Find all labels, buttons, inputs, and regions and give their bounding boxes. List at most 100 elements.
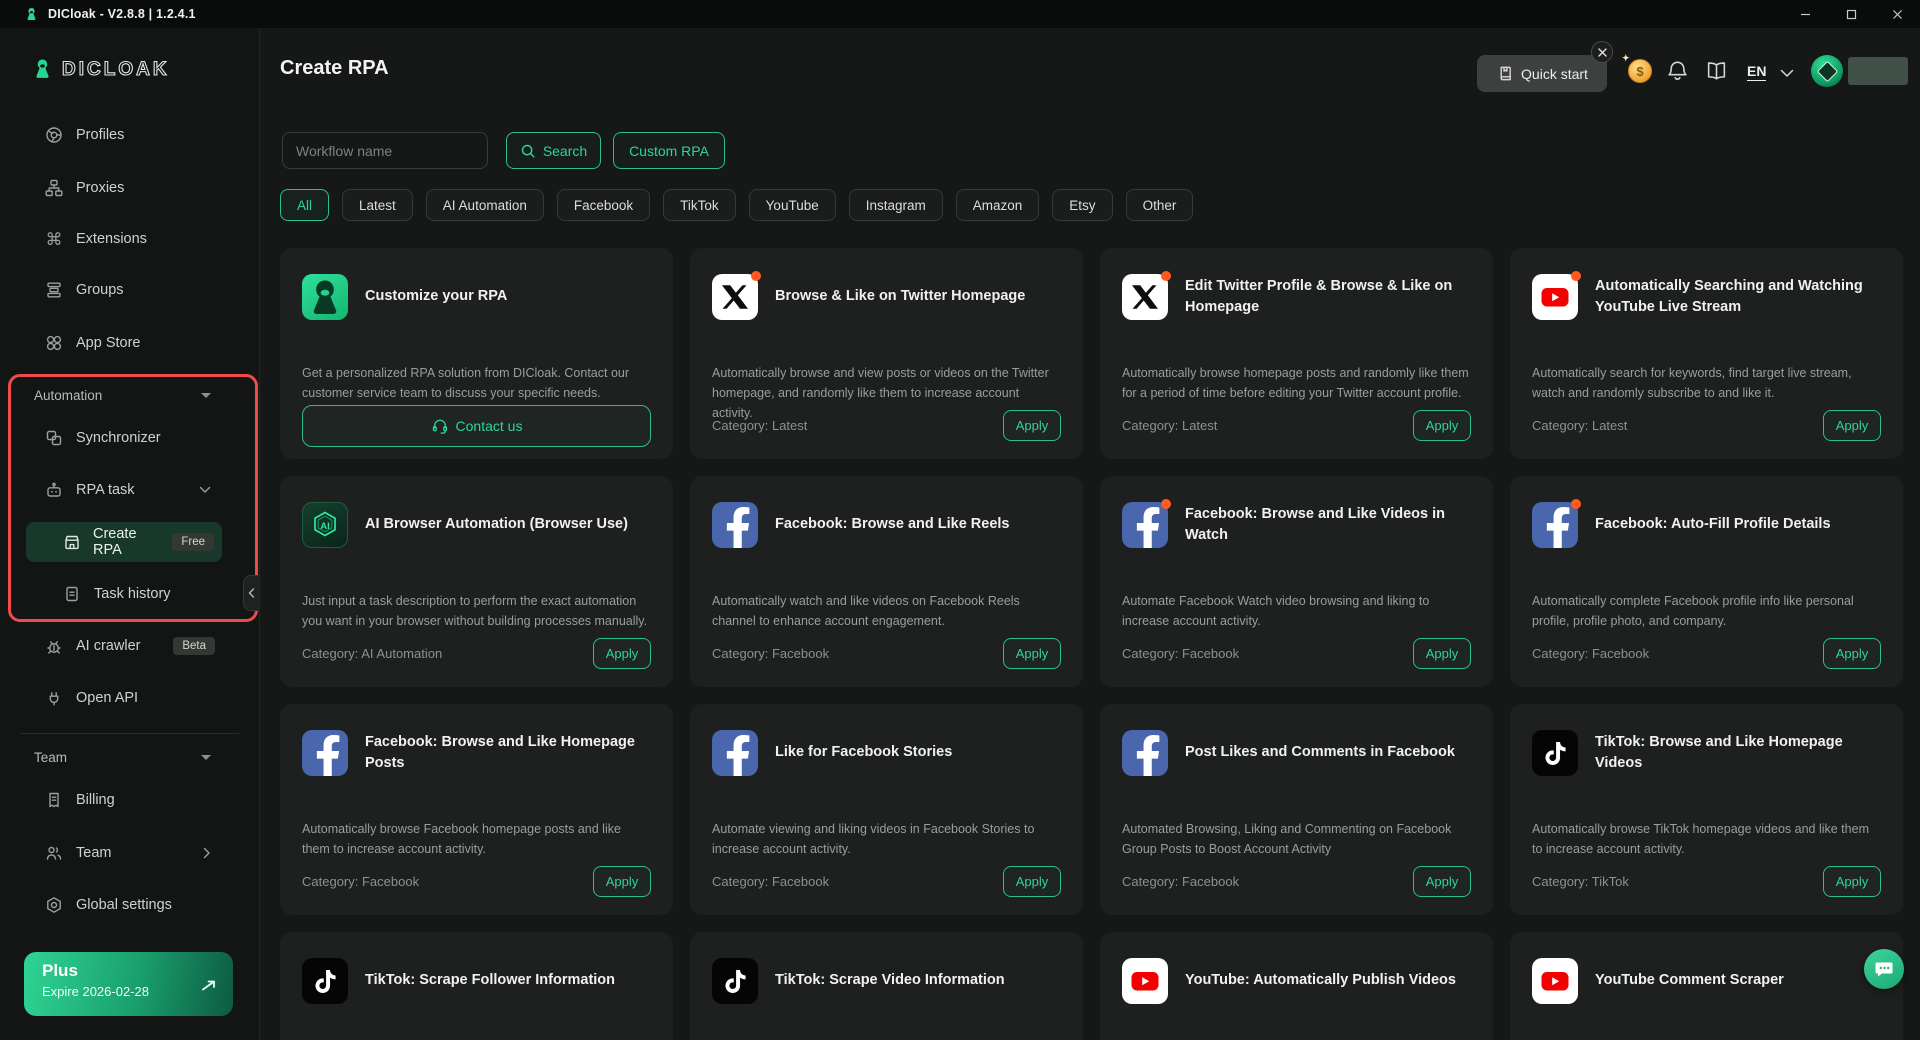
rpa-card: TikTok: Scrape Follower Information (280, 932, 673, 1040)
filter-tab[interactable]: Latest (342, 189, 413, 221)
card-footer: Category: Facebook Apply (1122, 865, 1471, 897)
card-title: TikTok: Scrape Video Information (775, 970, 1005, 991)
billing-icon (45, 791, 63, 809)
filter-tab[interactable]: TikTok (663, 189, 736, 221)
card-header: Facebook: Browse and Like Videos in Watc… (1122, 502, 1471, 548)
workflow-name-input[interactable] (282, 132, 488, 169)
card-description: Automatically browse homepage posts and … (1122, 364, 1471, 404)
sidebar-item-label: Task history (94, 586, 171, 602)
sidebar-item-ai-crawler[interactable]: AI crawler Beta (45, 626, 247, 666)
sidebar: DICLOAK Profiles Proxies Extensions Grou… (0, 28, 260, 1040)
card-footer: Category: Facebook Apply (712, 637, 1061, 669)
notifications-bell-icon[interactable] (1667, 60, 1688, 81)
account-name-redacted[interactable] (1848, 57, 1908, 85)
sidebar-item-synchronizer[interactable]: Synchronizer (45, 418, 247, 458)
apply-button[interactable]: Apply (1003, 410, 1061, 441)
sidebar-item-task-history[interactable]: Task history (63, 574, 247, 614)
sidebar-item-proxies[interactable]: Proxies (45, 168, 247, 208)
apply-button[interactable]: Apply (1413, 410, 1471, 441)
sidebar-section-automation[interactable]: Automation (34, 375, 247, 415)
custom-rpa-button[interactable]: Custom RPA (613, 132, 725, 169)
sidebar-item-label: Team (76, 845, 111, 861)
headset-icon (431, 417, 449, 435)
sidebar-item-extensions[interactable]: Extensions (45, 219, 247, 259)
logo-wordmark: DICLOAK (62, 59, 170, 81)
apply-button[interactable]: Apply (1823, 410, 1881, 441)
language-selector[interactable]: EN (1747, 63, 1766, 81)
sidebar-collapse-handle[interactable] (243, 575, 259, 611)
coin-icon[interactable]: $ (1628, 59, 1652, 83)
apply-button[interactable]: Apply (593, 866, 651, 897)
search-button[interactable]: Search (506, 132, 601, 169)
card-title: AI Browser Automation (Browser Use) (365, 514, 628, 535)
card-description: Automatically watch and like videos on F… (712, 592, 1061, 632)
sidebar-item-open-api[interactable]: Open API (45, 678, 247, 718)
sidebar-item-create-rpa[interactable]: Create RPA Free (26, 522, 222, 562)
rpa-card: Customize your RPA Get a personalized RP… (280, 248, 673, 459)
sidebar-item-global-settings[interactable]: Global settings (45, 885, 247, 925)
page-title: Create RPA (280, 57, 389, 80)
sidebar-item-app-store[interactable]: App Store (45, 323, 247, 363)
window-title: DICloak - V2.8.8 | 1.2.4.1 (48, 7, 196, 21)
quick-start-button[interactable]: Quick start (1477, 55, 1607, 92)
apply-button[interactable]: Apply (593, 638, 651, 669)
contact-us-label: Contact us (456, 418, 523, 434)
collapse-caret-icon (201, 755, 211, 760)
card-footer: Category: Latest Apply (1532, 409, 1881, 441)
gear-icon (45, 896, 63, 914)
card-category: Category: AI Automation (302, 646, 442, 661)
plan-banner[interactable]: Plus Expire 2026-02-28 (24, 952, 233, 1016)
filter-tab[interactable]: YouTube (749, 189, 836, 221)
card-footer: Category: AI Automation Apply (302, 637, 651, 669)
sidebar-item-profiles[interactable]: Profiles (45, 115, 247, 155)
rpa-card: Facebook: Browse and Like Videos in Watc… (1100, 476, 1493, 687)
apply-button[interactable]: Apply (1413, 638, 1471, 669)
sidebar-item-team[interactable]: Team (45, 833, 247, 873)
sidebar-section-team[interactable]: Team (34, 737, 247, 777)
section-label: Automation (34, 388, 102, 403)
docs-book-icon[interactable] (1705, 61, 1728, 81)
card-title: Browse & Like on Twitter Homepage (775, 286, 1025, 307)
card-title: YouTube Comment Scraper (1595, 970, 1784, 991)
quick-start-close-button[interactable] (1591, 41, 1613, 63)
chevron-right-icon (203, 847, 211, 859)
sidebar-item-groups[interactable]: Groups (45, 270, 247, 310)
task-history-icon (63, 585, 81, 603)
filter-tab[interactable]: Amazon (956, 189, 1040, 221)
sidebar-item-rpa-task[interactable]: RPA task (45, 470, 247, 510)
avatar[interactable] (1811, 55, 1843, 87)
minimize-button[interactable] (1782, 0, 1828, 28)
card-description: Automate Facebook Watch video browsing a… (1122, 592, 1471, 632)
close-button[interactable] (1874, 0, 1920, 28)
svg-text:AI: AI (320, 521, 330, 532)
apply-button[interactable]: Apply (1413, 866, 1471, 897)
filter-tab[interactable]: Facebook (557, 189, 650, 221)
sidebar-item-label: Groups (76, 282, 124, 298)
sidebar-item-label: AI crawler (76, 638, 140, 654)
filter-tab[interactable]: AI Automation (426, 189, 544, 221)
card-category: Category: Latest (1532, 418, 1627, 433)
chat-support-button[interactable] (1864, 949, 1904, 989)
extensions-icon (45, 230, 63, 248)
apply-button[interactable]: Apply (1823, 866, 1881, 897)
card-title: Post Likes and Comments in Facebook (1185, 742, 1455, 763)
sidebar-item-billing[interactable]: Billing (45, 780, 247, 820)
filter-tab[interactable]: All (280, 189, 329, 221)
card-footer: Category: Facebook Apply (1122, 637, 1471, 669)
apply-button[interactable]: Apply (1003, 866, 1061, 897)
filter-tab[interactable]: Etsy (1052, 189, 1112, 221)
contact-us-button[interactable]: Contact us (302, 405, 651, 447)
chevron-down-icon[interactable] (1780, 69, 1794, 78)
maximize-button[interactable] (1828, 0, 1874, 28)
main-content: Create RPA Quick start $ EN Search Custo… (260, 28, 1920, 1040)
apply-button[interactable]: Apply (1003, 638, 1061, 669)
apply-button[interactable]: Apply (1823, 638, 1881, 669)
filter-tab[interactable]: Instagram (849, 189, 943, 221)
search-icon (520, 143, 536, 159)
dicloak-logo-icon (31, 58, 54, 81)
card-footer: Category: Facebook Apply (1532, 637, 1881, 669)
sidebar-item-label: Extensions (76, 231, 147, 247)
card-footer: Category: Latest Apply (712, 409, 1061, 441)
card-title: TikTok: Browse and Like Homepage Videos (1595, 732, 1881, 774)
filter-tab[interactable]: Other (1126, 189, 1194, 221)
